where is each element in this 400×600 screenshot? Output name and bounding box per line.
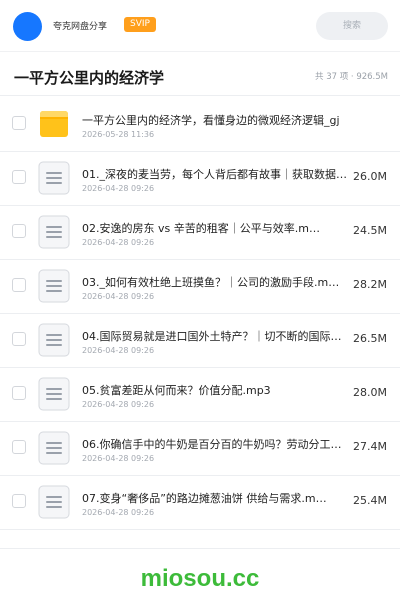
file-row[interactable]: 05.贫富差距从何而来？价值分配.mp3 2026-04-28 09:26 28.0…: [0, 368, 400, 422]
file-size: 27.4M: [353, 440, 387, 453]
item-count: 共 37 项 · 926.5M: [315, 72, 388, 82]
owner-name: 夸克网盘分享: [53, 22, 108, 32]
watermark: miosou.cc: [140, 565, 260, 592]
file-size: 25.4M: [353, 494, 387, 507]
file-name[interactable]: 07.变身“奢侈品”的路边摊葱油饼 供给与需求.m…: [82, 490, 352, 506]
page-title: 一平方公里内的经济学: [14, 69, 165, 87]
file-name[interactable]: 一平方公里内的经济学，看懂身边的微观经济逻辑_gj: [82, 112, 382, 128]
file-name[interactable]: 01._深夜的麦当劳，每个人背后都有故事｜获取数据是理解世界的起点: [82, 166, 352, 182]
file-date: 2026-04-28 09:26: [82, 508, 155, 517]
file-name[interactable]: 04.国际贸易就是进口国外土特产？｜切不断的国际贸易纽带: [82, 328, 352, 344]
file-icon: [38, 485, 70, 519]
file-date: 2026-05-28 11:36: [82, 130, 155, 139]
row-checkbox[interactable]: [12, 386, 26, 400]
file-date: 2026-04-28 09:26: [82, 346, 155, 355]
file-name[interactable]: 05.贫富差距从何而来？价值分配.mp3: [82, 382, 352, 398]
folder-header: 一平方公里内的经济学 共 37 项 · 926.5M: [0, 52, 400, 96]
file-date: 2026-04-28 09:26: [82, 454, 155, 463]
row-checkbox[interactable]: [12, 224, 26, 238]
row-checkbox[interactable]: [12, 494, 26, 508]
folder-icon: [38, 107, 70, 141]
file-name[interactable]: 03._如何有效杜绝上班摸鱼？｜公司的激励手段.m…: [82, 274, 352, 290]
search-input[interactable]: 搜索: [316, 12, 388, 40]
file-name[interactable]: 06.你确信手中的牛奶是百分百的牛奶吗？劳动分工与协作: [82, 436, 352, 452]
file-size: 24.5M: [353, 224, 387, 237]
svip-badge: SVIP: [124, 17, 156, 32]
row-checkbox[interactable]: [12, 116, 26, 130]
file-size: 26.5M: [353, 332, 387, 345]
file-size: 28.0M: [353, 386, 387, 399]
row-checkbox[interactable]: [12, 440, 26, 454]
file-size: 26.0M: [353, 170, 387, 183]
file-row[interactable]: 06.你确信手中的牛奶是百分百的牛奶吗？劳动分工与协作 2026-04-28 09…: [0, 422, 400, 476]
file-date: 2026-04-28 09:26: [82, 184, 155, 193]
file-date: 2026-04-28 09:26: [82, 400, 155, 409]
folder-row[interactable]: 一平方公里内的经济学，看懂身边的微观经济逻辑_gj 2026-05-28 11:3…: [0, 98, 400, 152]
file-list: 一平方公里内的经济学，看懂身边的微观经济逻辑_gj 2026-05-28 11:3…: [0, 98, 400, 530]
file-date: 2026-04-28 09:26: [82, 292, 155, 301]
file-date: 2026-04-28 09:26: [82, 238, 155, 247]
file-icon: [38, 161, 70, 195]
file-row[interactable]: 03._如何有效杜绝上班摸鱼？｜公司的激励手段.m… 2026-04-28 09:…: [0, 260, 400, 314]
file-row[interactable]: 07.变身“奢侈品”的路边摊葱油饼 供给与需求.m… 2026-04-28 09:…: [0, 476, 400, 530]
row-checkbox[interactable]: [12, 278, 26, 292]
footer: miosou.cc: [0, 548, 400, 600]
file-icon: [38, 377, 70, 411]
file-icon: [38, 431, 70, 465]
file-row[interactable]: 02.安逸的房东 vs 辛苦的租客｜公平与效率.m… 2026-04-28 09:…: [0, 206, 400, 260]
row-checkbox[interactable]: [12, 332, 26, 346]
file-row[interactable]: 04.国际贸易就是进口国外土特产？｜切不断的国际贸易纽带 2026-04-28 0…: [0, 314, 400, 368]
file-icon: [38, 323, 70, 357]
avatar[interactable]: [13, 12, 42, 41]
file-icon: [38, 269, 70, 303]
file-icon: [38, 215, 70, 249]
row-checkbox[interactable]: [12, 170, 26, 184]
file-name[interactable]: 02.安逸的房东 vs 辛苦的租客｜公平与效率.m…: [82, 220, 352, 236]
file-row[interactable]: 01._深夜的麦当劳，每个人背后都有故事｜获取数据是理解世界的起点 2026-04…: [0, 152, 400, 206]
file-size: 28.2M: [353, 278, 387, 291]
top-bar: 夸克网盘分享 SVIP 搜索: [0, 0, 400, 52]
